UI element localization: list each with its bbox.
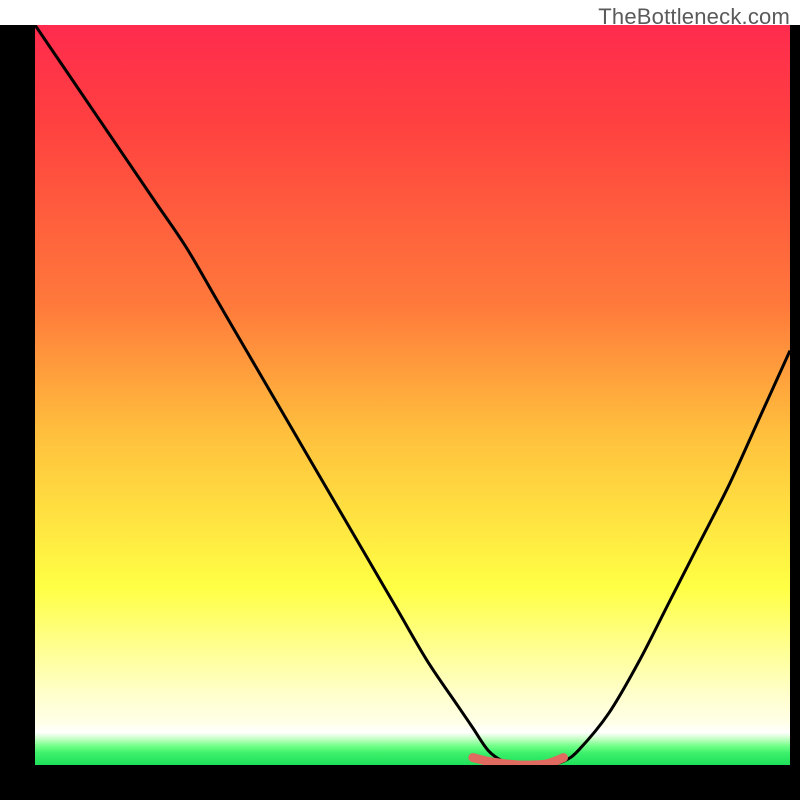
sweet-spot-segment <box>473 758 564 765</box>
chart-canvas: TheBottleneck.com <box>0 0 800 800</box>
watermark-text: TheBottleneck.com <box>598 4 790 30</box>
plot-area <box>35 25 790 765</box>
curve-layer <box>35 25 790 765</box>
bottleneck-curve <box>35 25 790 765</box>
